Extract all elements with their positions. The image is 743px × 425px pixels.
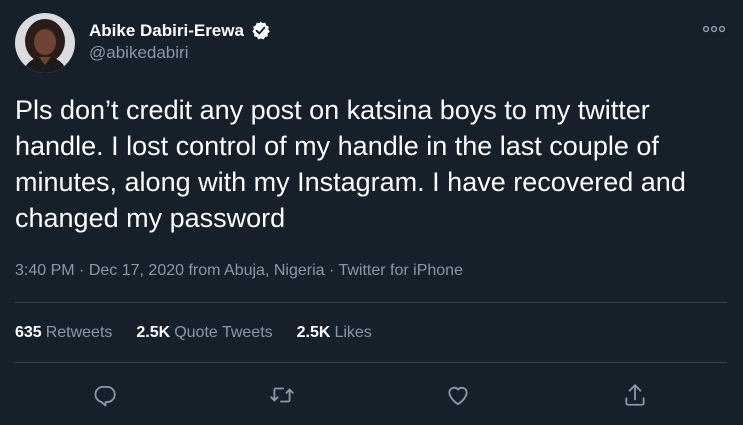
more-horizontal-icon (702, 25, 726, 33)
author-name[interactable]: Abike Dabiri-Erewa (89, 20, 271, 41)
tweet-time[interactable]: 3:40 PM (15, 262, 75, 279)
retweets-label: Retweets (45, 324, 113, 341)
tweet-location[interactable]: from Abuja, Nigeria (188, 262, 324, 279)
likes-stat[interactable]: 2.5K Likes (297, 324, 372, 342)
meta-separator: · (79, 262, 85, 279)
divider (15, 302, 727, 303)
reply-icon (94, 385, 116, 407)
share-icon (625, 384, 645, 406)
quote-tweets-count: 2.5K (136, 324, 171, 341)
tweet-text: Pls don’t credit any post on katsina boy… (15, 95, 694, 233)
tweet-meta: 3:40 PM · Dec 17, 2020 from Abuja, Niger… (15, 262, 463, 280)
avatar[interactable] (15, 13, 75, 73)
tweet-stats: 635 Retweets 2.5K Quote Tweets 2.5K Likes (15, 324, 396, 342)
more-options-button[interactable] (701, 22, 727, 36)
reply-button[interactable] (88, 378, 122, 412)
divider (15, 362, 727, 363)
retweets-stat[interactable]: 635 Retweets (15, 324, 112, 342)
tweet-source[interactable]: Twitter for iPhone (338, 262, 463, 279)
verified-badge-icon (252, 21, 270, 40)
author-handle[interactable]: @abikedabiri (89, 43, 188, 63)
tweet-date[interactable]: Dec 17, 2020 (89, 262, 184, 279)
likes-count: 2.5K (296, 324, 331, 341)
avatar-image (15, 13, 75, 73)
retweets-count: 635 (15, 324, 42, 341)
like-button[interactable] (441, 378, 475, 412)
heart-icon (448, 386, 468, 406)
quote-tweets-label: Quote Tweets (174, 324, 273, 341)
share-button[interactable] (618, 378, 652, 412)
tweet-actions (15, 378, 727, 414)
quote-tweets-stat[interactable]: 2.5K Quote Tweets (136, 324, 272, 342)
likes-label: Likes (334, 324, 372, 341)
retweet-button[interactable] (265, 378, 299, 412)
meta-separator: · (328, 262, 335, 279)
author-name-text: Abike Dabiri-Erewa (89, 20, 244, 40)
retweet-icon (270, 387, 294, 403)
